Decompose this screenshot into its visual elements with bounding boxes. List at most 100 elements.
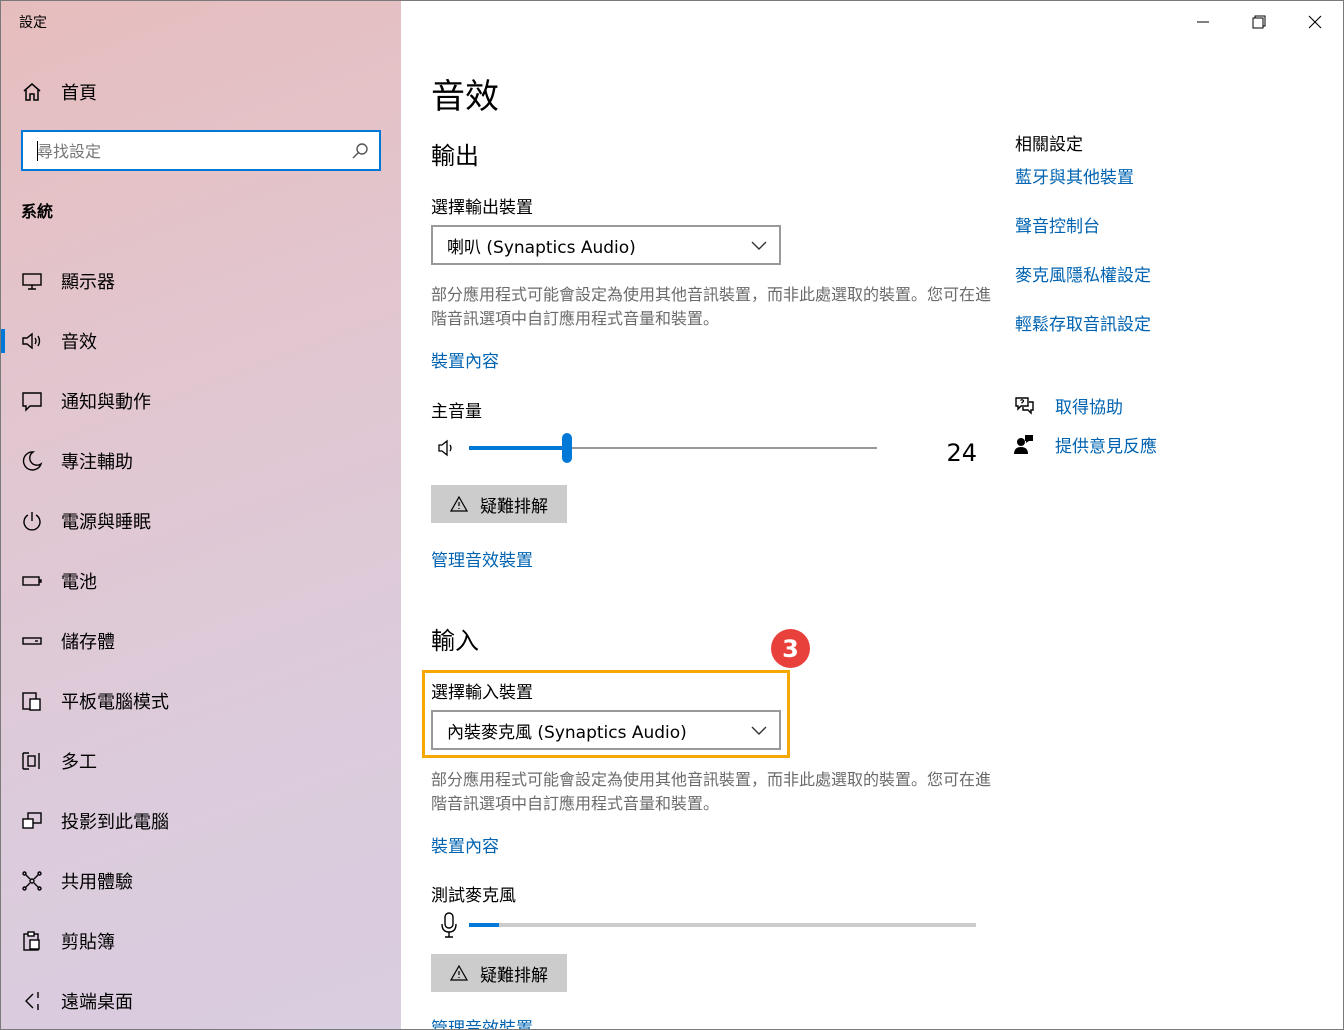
master-volume-label: 主音量 bbox=[431, 402, 482, 422]
text-caret bbox=[37, 141, 38, 161]
give-feedback-link[interactable]: 提供意見反應 bbox=[1013, 431, 1157, 457]
annotation-step-badge: 3 bbox=[771, 629, 810, 668]
sidebar-item-label: 電池 bbox=[61, 572, 97, 593]
sidebar-item-remote-desktop[interactable]: 遠端桌面 bbox=[1, 971, 401, 1029]
input-device-value: 內裝麥克風 (Synaptics Audio) bbox=[447, 722, 687, 743]
display-icon bbox=[22, 273, 42, 290]
sidebar-item-label: 電源與睡眠 bbox=[61, 512, 151, 533]
get-help-label: 取得協助 bbox=[1055, 397, 1123, 418]
input-device-properties-link[interactable]: 裝置內容 bbox=[431, 832, 499, 857]
section-title: 系統 bbox=[21, 202, 54, 221]
storage-icon bbox=[22, 637, 42, 645]
volume-slider-thumb[interactable] bbox=[562, 433, 572, 463]
output-device-value: 喇叭 (Synaptics Audio) bbox=[447, 237, 636, 258]
output-heading: 輸出 bbox=[431, 142, 479, 170]
manage-sound-devices-link-input[interactable]: 管理音效裝置 bbox=[431, 1014, 533, 1029]
volume-icon[interactable] bbox=[437, 438, 457, 458]
get-help-link[interactable]: 取得協助 bbox=[1013, 392, 1123, 418]
warning-icon bbox=[450, 964, 468, 981]
sidebar-item-label: 音效 bbox=[61, 332, 97, 353]
chevron-down-icon bbox=[751, 241, 767, 250]
microphone-icon bbox=[441, 912, 457, 938]
app-title: 設定 bbox=[19, 15, 47, 31]
sidebar-item-label: 投影到此電腦 bbox=[61, 812, 169, 833]
sidebar-item-label: 通知與動作 bbox=[61, 392, 151, 413]
output-device-label: 選擇輸出裝置 bbox=[431, 198, 533, 218]
help-chat-icon bbox=[1015, 397, 1034, 415]
home-icon bbox=[23, 83, 41, 101]
input-description: 部分應用程式可能會設定為使用其他音訊裝置，而非此處選取的裝置。您可在進階音訊選項… bbox=[431, 770, 992, 813]
power-icon bbox=[23, 512, 41, 531]
page-title: 音效 bbox=[431, 77, 499, 117]
input-heading: 輸入 bbox=[431, 627, 479, 655]
tablet-icon bbox=[22, 692, 41, 711]
output-device-dropdown[interactable]: 喇叭 (Synaptics Audio) bbox=[431, 225, 781, 265]
sidebar-item-clipboard[interactable]: 剪貼簿 bbox=[1, 911, 401, 971]
maximize-icon bbox=[1252, 15, 1266, 29]
chevron-down-icon bbox=[751, 726, 767, 735]
maximize-button[interactable] bbox=[1231, 1, 1287, 43]
master-volume-slider[interactable] bbox=[469, 433, 877, 463]
output-device-properties-link[interactable]: 裝置內容 bbox=[431, 347, 499, 372]
sidebar-item-sound[interactable]: 音效 bbox=[1, 311, 401, 371]
output-troubleshoot-button[interactable]: 疑難排解 bbox=[431, 485, 567, 523]
search-input[interactable] bbox=[37, 139, 337, 163]
microphone-level-meter bbox=[469, 923, 976, 927]
sidebar-item-label: 剪貼簿 bbox=[61, 932, 115, 953]
troubleshoot-label: 疑難排解 bbox=[480, 965, 548, 986]
search-box[interactable] bbox=[21, 130, 381, 171]
test-microphone-label: 測試麥克風 bbox=[431, 886, 516, 906]
microphone-level-fill bbox=[469, 923, 499, 927]
minimize-icon bbox=[1197, 21, 1209, 23]
notification-icon bbox=[22, 392, 42, 412]
related-link-mic-privacy[interactable]: 麥克風隱私權設定 bbox=[1015, 261, 1151, 286]
sidebar-nav: 顯示器 音效 通知與動作 專注輔助 電源與睡眠 電池 儲存體 平板電腦模式 多工… bbox=[1, 251, 401, 1029]
sidebar-item-project[interactable]: 投影到此電腦 bbox=[1, 791, 401, 851]
troubleshoot-label: 疑難排解 bbox=[480, 496, 548, 517]
sidebar-item-tablet-mode[interactable]: 平板電腦模式 bbox=[1, 671, 401, 731]
moon-icon bbox=[22, 451, 43, 471]
battery-icon bbox=[22, 576, 42, 586]
sidebar-item-label: 顯示器 bbox=[61, 272, 115, 293]
sidebar-item-label: 多工 bbox=[61, 752, 97, 773]
sidebar: 設定 首頁 系統 顯示器 bbox=[1, 1, 401, 1029]
clipboard-icon bbox=[23, 931, 40, 951]
input-troubleshoot-button[interactable]: 疑難排解 bbox=[431, 954, 567, 992]
related-link-bluetooth[interactable]: 藍牙與其他裝置 bbox=[1015, 163, 1134, 188]
sidebar-item-notifications[interactable]: 通知與動作 bbox=[1, 371, 401, 431]
remote-desktop-icon bbox=[25, 992, 39, 1010]
feedback-icon bbox=[1014, 435, 1033, 454]
input-device-dropdown[interactable]: 內裝麥克風 (Synaptics Audio) bbox=[431, 710, 781, 750]
output-description: 部分應用程式可能會設定為使用其他音訊裝置，而非此處選取的裝置。您可在進階音訊選項… bbox=[431, 285, 992, 328]
give-feedback-label: 提供意見反應 bbox=[1055, 436, 1157, 457]
volume-value: 24 bbox=[946, 439, 977, 467]
search-icon[interactable] bbox=[351, 142, 369, 160]
sidebar-item-label: 儲存體 bbox=[61, 632, 115, 653]
project-icon bbox=[22, 812, 42, 829]
speaker-icon bbox=[22, 332, 41, 350]
sidebar-item-label: 共用體驗 bbox=[61, 872, 133, 893]
manage-sound-devices-link[interactable]: 管理音效裝置 bbox=[431, 546, 533, 571]
warning-icon bbox=[450, 495, 468, 512]
sidebar-item-shared-experiences[interactable]: 共用體驗 bbox=[1, 851, 401, 911]
volume-slider-fill bbox=[469, 446, 567, 450]
multitask-icon bbox=[22, 752, 40, 770]
sidebar-item-battery[interactable]: 電池 bbox=[1, 551, 401, 611]
close-button[interactable] bbox=[1287, 1, 1343, 43]
sidebar-item-multitasking[interactable]: 多工 bbox=[1, 731, 401, 791]
minimize-button[interactable] bbox=[1175, 1, 1231, 43]
sidebar-item-focus-assist[interactable]: 專注輔助 bbox=[1, 431, 401, 491]
sidebar-item-label: 遠端桌面 bbox=[61, 992, 133, 1013]
shared-icon bbox=[22, 871, 42, 891]
sidebar-item-display[interactable]: 顯示器 bbox=[1, 251, 401, 311]
close-icon bbox=[1308, 15, 1322, 29]
settings-window: 設定 首頁 系統 顯示器 bbox=[0, 0, 1344, 1030]
sidebar-item-label: 專注輔助 bbox=[61, 452, 133, 473]
sidebar-item-power-sleep[interactable]: 電源與睡眠 bbox=[1, 491, 401, 551]
sidebar-home[interactable]: 首頁 bbox=[21, 79, 97, 105]
related-link-sound-control-panel[interactable]: 聲音控制台 bbox=[1015, 212, 1100, 237]
sidebar-item-storage[interactable]: 儲存體 bbox=[1, 611, 401, 671]
input-device-label: 選擇輸入裝置 bbox=[431, 683, 533, 703]
related-link-ease-of-access-audio[interactable]: 輕鬆存取音訊設定 bbox=[1015, 310, 1151, 335]
home-label: 首頁 bbox=[61, 83, 97, 104]
